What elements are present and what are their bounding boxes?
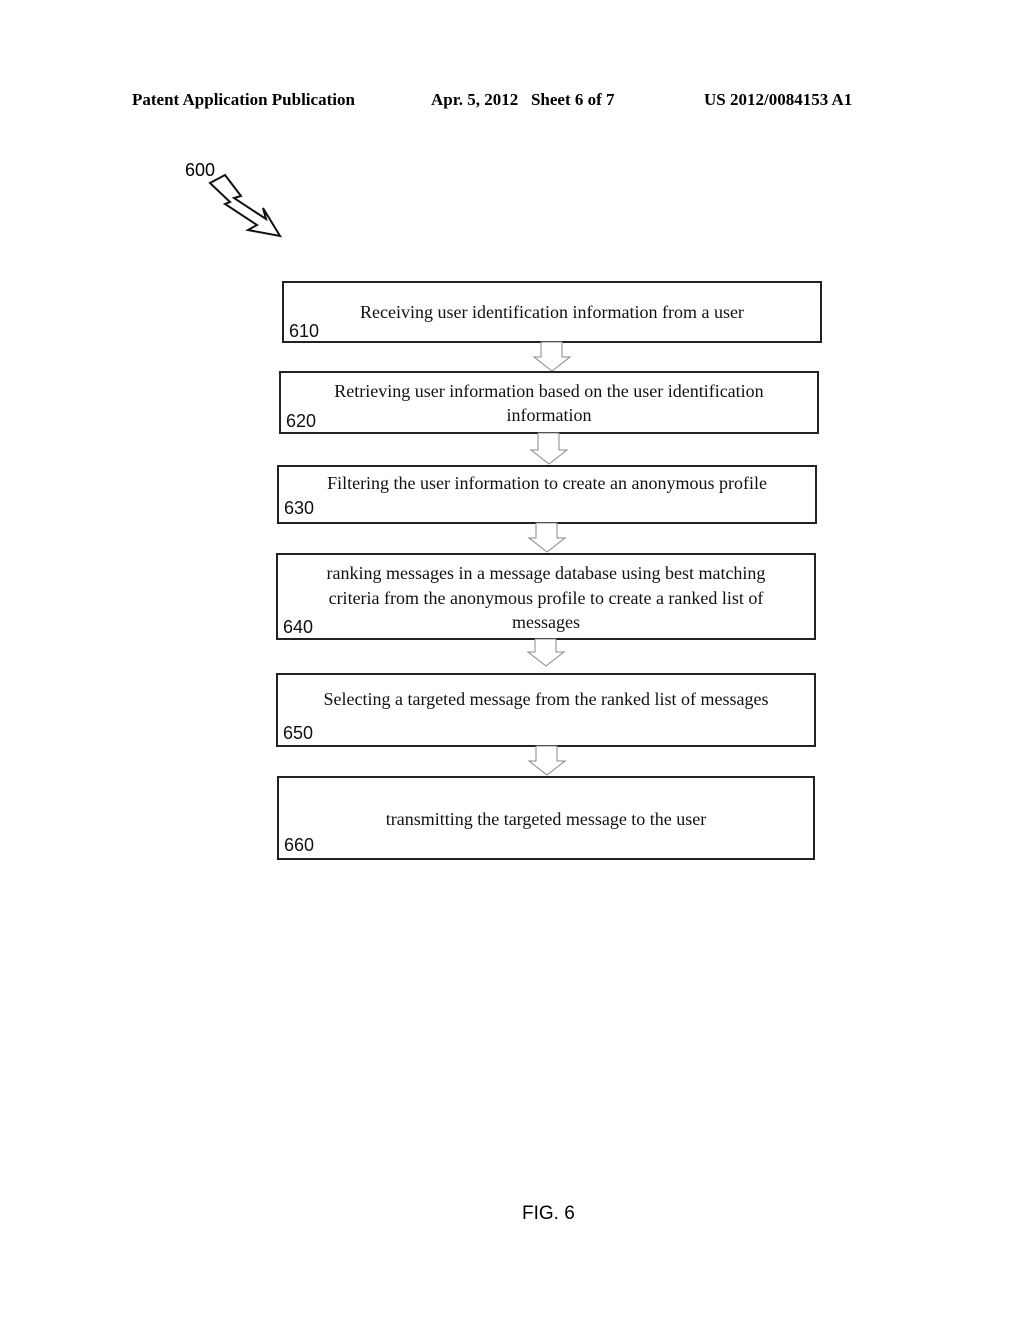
publication-title: Patent Application Publication [132,90,355,109]
step-number: 630 [284,498,315,518]
step-number: 640 [283,617,314,637]
step-box-650: Selecting a targeted message from the ra… [276,673,816,747]
step-box-610: Receiving user identification informatio… [282,281,822,343]
step-box-660: transmitting the targeted message to the… [277,776,815,860]
step-box-620: Retrieving user information based on the… [279,371,819,434]
step-box-640: ranking messages in a message database u… [276,553,816,640]
step-number: 650 [283,723,314,743]
step-number: 610 [289,321,320,341]
step-text-line-2: criteria from the anonymous profile to c… [328,588,764,608]
down-arrow-icon [527,522,567,553]
down-arrow-icon [526,638,566,667]
step-number: 660 [284,835,315,855]
publication-number: US 2012/0084153 A1 [704,90,853,109]
step-text: transmitting the targeted message to the… [385,809,707,829]
step-box-630: Filtering the user information to create… [277,465,817,524]
step-text: Receiving user identification informatio… [360,302,744,322]
step-number: 620 [286,411,317,431]
publication-date-sheet: Apr. 5, 2012 Sheet 6 of 7 [431,90,615,109]
down-arrow-icon [532,341,572,372]
step-text-line-1: Retrieving user information based on the… [334,381,764,401]
down-arrow-icon [529,432,569,465]
step-text: Filtering the user information to create… [327,473,767,493]
step-text-line-1: ranking messages in a message database u… [326,563,766,583]
step-text-line-2: information [506,405,592,425]
zigzag-arrow-icon [208,173,283,238]
down-arrow-icon [527,745,567,776]
step-text: Selecting a targeted message from the ra… [323,689,769,709]
figure-caption: FIG. 6 [522,1203,575,1224]
step-text-line-3: messages [512,612,580,632]
